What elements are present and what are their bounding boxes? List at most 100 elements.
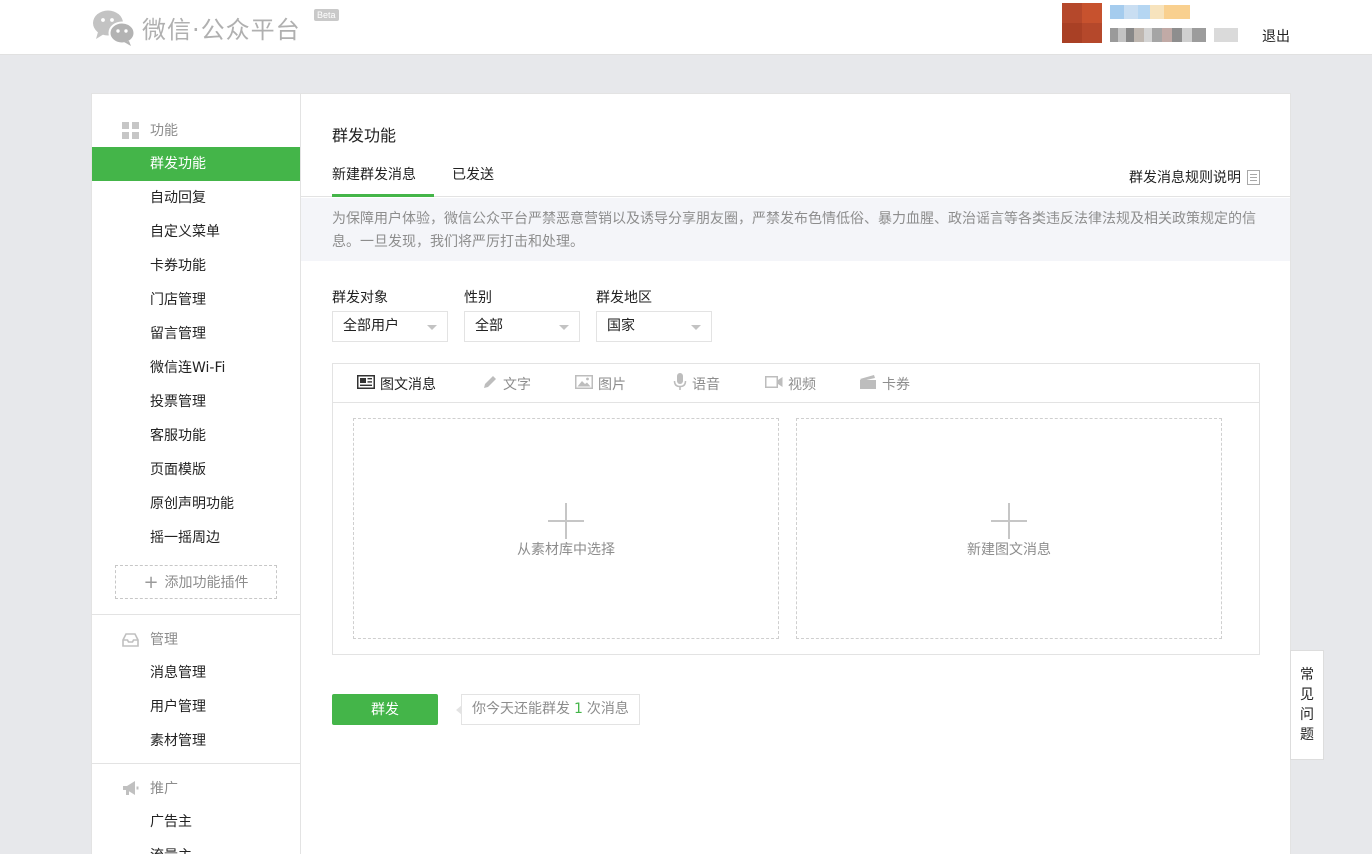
sidebar-section-promotion: 推广 [122, 778, 178, 798]
sidebar-item-originality[interactable]: 原创声明功能 [92, 487, 300, 521]
sidebar-item-users[interactable]: 用户管理 [92, 690, 300, 724]
chevron-down-icon [427, 325, 437, 330]
sidebar: 功能 群发功能 自动回复 自定义菜单 卡券功能 门店管理 留言管理 微信连Wi-… [92, 94, 301, 854]
mass-send-button[interactable]: 群发 [332, 694, 438, 725]
beta-badge: Beta [314, 9, 339, 21]
sidebar-section-label: 推广 [150, 781, 178, 797]
faq-char: 题 [1300, 727, 1314, 743]
sidebar-section-manage: 管理 [122, 629, 178, 649]
chevron-down-icon [559, 325, 569, 330]
microphone-icon [673, 372, 687, 395]
plus-icon [991, 503, 1027, 539]
video-camera-icon [765, 375, 783, 393]
select-from-library-area[interactable]: 从素材库中选择 [353, 418, 779, 639]
account-id-blurred [1110, 28, 1206, 42]
message-type-tabs: 图文消息 文字 图片 语音 视频 卡券 [333, 364, 1259, 403]
policy-notice: 为保障用户体验，微信公众平台严禁恶意营销以及诱导分享朋友圈，严禁发布色情低俗、暴… [301, 198, 1290, 261]
notice-line-2: 息。一旦发现，我们将严厉打击和处理。 [332, 234, 584, 250]
notice-line-1: 为保障用户体验，微信公众平台严禁恶意营销以及诱导分享朋友圈，严禁发布色情低俗、暴… [332, 211, 1256, 227]
sidebar-item-wifi[interactable]: 微信连Wi-Fi [92, 351, 300, 385]
pencil-icon [482, 374, 498, 394]
region-select-value: 国家 [607, 318, 635, 334]
mail-icon[interactable] [1214, 28, 1238, 42]
sidebar-item-shake[interactable]: 摇一摇周边 [92, 521, 300, 555]
grid-icon [122, 121, 139, 139]
tab-video[interactable]: 视频 [765, 364, 816, 403]
target-select-value: 全部用户 [343, 318, 399, 334]
target-select[interactable]: 全部用户 [332, 311, 448, 342]
inbox-icon [122, 631, 139, 648]
sidebar-section-function: 功能 [122, 120, 178, 140]
sidebar-item-advertiser[interactable]: 广告主 [92, 805, 300, 839]
page-title: 群发功能 [332, 126, 397, 145]
brand-name: 微信·公众平台 [142, 15, 301, 44]
sidebar-divider [92, 763, 300, 764]
tab-new-mass-message[interactable]: 新建群发消息 [332, 156, 434, 197]
article-icon [357, 374, 375, 393]
plus-icon: + [143, 571, 159, 593]
region-select[interactable]: 国家 [596, 311, 712, 342]
image-icon [575, 374, 593, 393]
sidebar-item-customer-service[interactable]: 客服功能 [92, 419, 300, 453]
sidebar-item-comments[interactable]: 留言管理 [92, 317, 300, 351]
document-icon [1247, 169, 1260, 185]
tab-sent[interactable]: 已发送 [452, 156, 494, 197]
rules-link-label: 群发消息规则说明 [1129, 170, 1241, 186]
sidebar-section-label: 功能 [150, 123, 178, 139]
plus-icon [548, 503, 584, 539]
message-editor: 图文消息 文字 图片 语音 视频 卡券 从素材库中选择 新建图文消息 [332, 363, 1260, 655]
tab-label: 图片 [598, 376, 626, 393]
content-area: 群发功能 新建群发消息 已发送 群发消息规则说明 为保障用户体验，微信公众平台严… [301, 94, 1290, 854]
megaphone-icon [122, 780, 139, 797]
select-from-library-label: 从素材库中选择 [517, 542, 615, 558]
sidebar-item-coupons[interactable]: 卡券功能 [92, 249, 300, 283]
faq-button[interactable]: 常 见 问 题 [1290, 650, 1324, 760]
sidebar-section-label: 管理 [150, 632, 178, 648]
wechat-logo[interactable]: 微信·公众平台 [92, 8, 301, 46]
tab-label: 图文消息 [380, 376, 436, 393]
tab-label: 文字 [503, 376, 531, 393]
add-plugin-button[interactable]: + 添加功能插件 [115, 565, 277, 599]
sidebar-item-stores[interactable]: 门店管理 [92, 283, 300, 317]
faq-char: 常 [1300, 667, 1314, 683]
sidebar-divider [92, 614, 300, 615]
wechat-icon [92, 8, 136, 46]
tab-card-coupon[interactable]: 卡券 [859, 364, 910, 403]
sidebar-item-custom-menu[interactable]: 自定义菜单 [92, 215, 300, 249]
faq-char: 见 [1300, 687, 1314, 703]
tab-label: 语音 [692, 376, 720, 393]
sidebar-item-traffic-owner[interactable]: 流量主 [92, 839, 300, 854]
quota-suffix: 次消息 [586, 701, 629, 717]
tab-image[interactable]: 图片 [575, 364, 626, 403]
rules-link[interactable]: 群发消息规则说明 [1129, 167, 1260, 187]
region-label: 群发地区 [596, 290, 652, 306]
quota-count: 1 [574, 701, 583, 717]
chevron-down-icon [691, 325, 701, 330]
account-name-blurred[interactable] [1110, 5, 1190, 19]
top-bar: 微信·公众平台 Beta 退出 [0, 0, 1372, 55]
faq-char: 问 [1300, 707, 1314, 723]
gender-select-value: 全部 [475, 318, 503, 334]
sidebar-item-votes[interactable]: 投票管理 [92, 385, 300, 419]
gender-label: 性别 [464, 290, 492, 306]
tab-voice[interactable]: 语音 [673, 364, 720, 403]
tab-label: 视频 [788, 376, 816, 393]
logout-link[interactable]: 退出 [1262, 26, 1290, 46]
create-article-area[interactable]: 新建图文消息 [796, 418, 1222, 639]
create-article-label: 新建图文消息 [967, 542, 1051, 558]
sidebar-item-page-templates[interactable]: 页面模版 [92, 453, 300, 487]
sidebar-item-mass-send[interactable]: 群发功能 [92, 147, 300, 181]
sidebar-item-auto-reply[interactable]: 自动回复 [92, 181, 300, 215]
send-quota-tip: 你今天还能群发 1 次消息 [456, 694, 640, 725]
target-label: 群发对象 [332, 290, 388, 306]
add-plugin-label: 添加功能插件 [164, 575, 249, 591]
tab-rich-article[interactable]: 图文消息 [357, 364, 436, 403]
gender-select[interactable]: 全部 [464, 311, 580, 342]
sidebar-item-materials[interactable]: 素材管理 [92, 724, 300, 758]
main-card: 功能 群发功能 自动回复 自定义菜单 卡券功能 门店管理 留言管理 微信连Wi-… [91, 93, 1291, 854]
sidebar-item-messages[interactable]: 消息管理 [92, 656, 300, 690]
ticket-icon [859, 374, 877, 393]
tab-text[interactable]: 文字 [482, 364, 531, 403]
tab-label: 卡券 [882, 376, 910, 393]
avatar[interactable] [1062, 3, 1102, 43]
